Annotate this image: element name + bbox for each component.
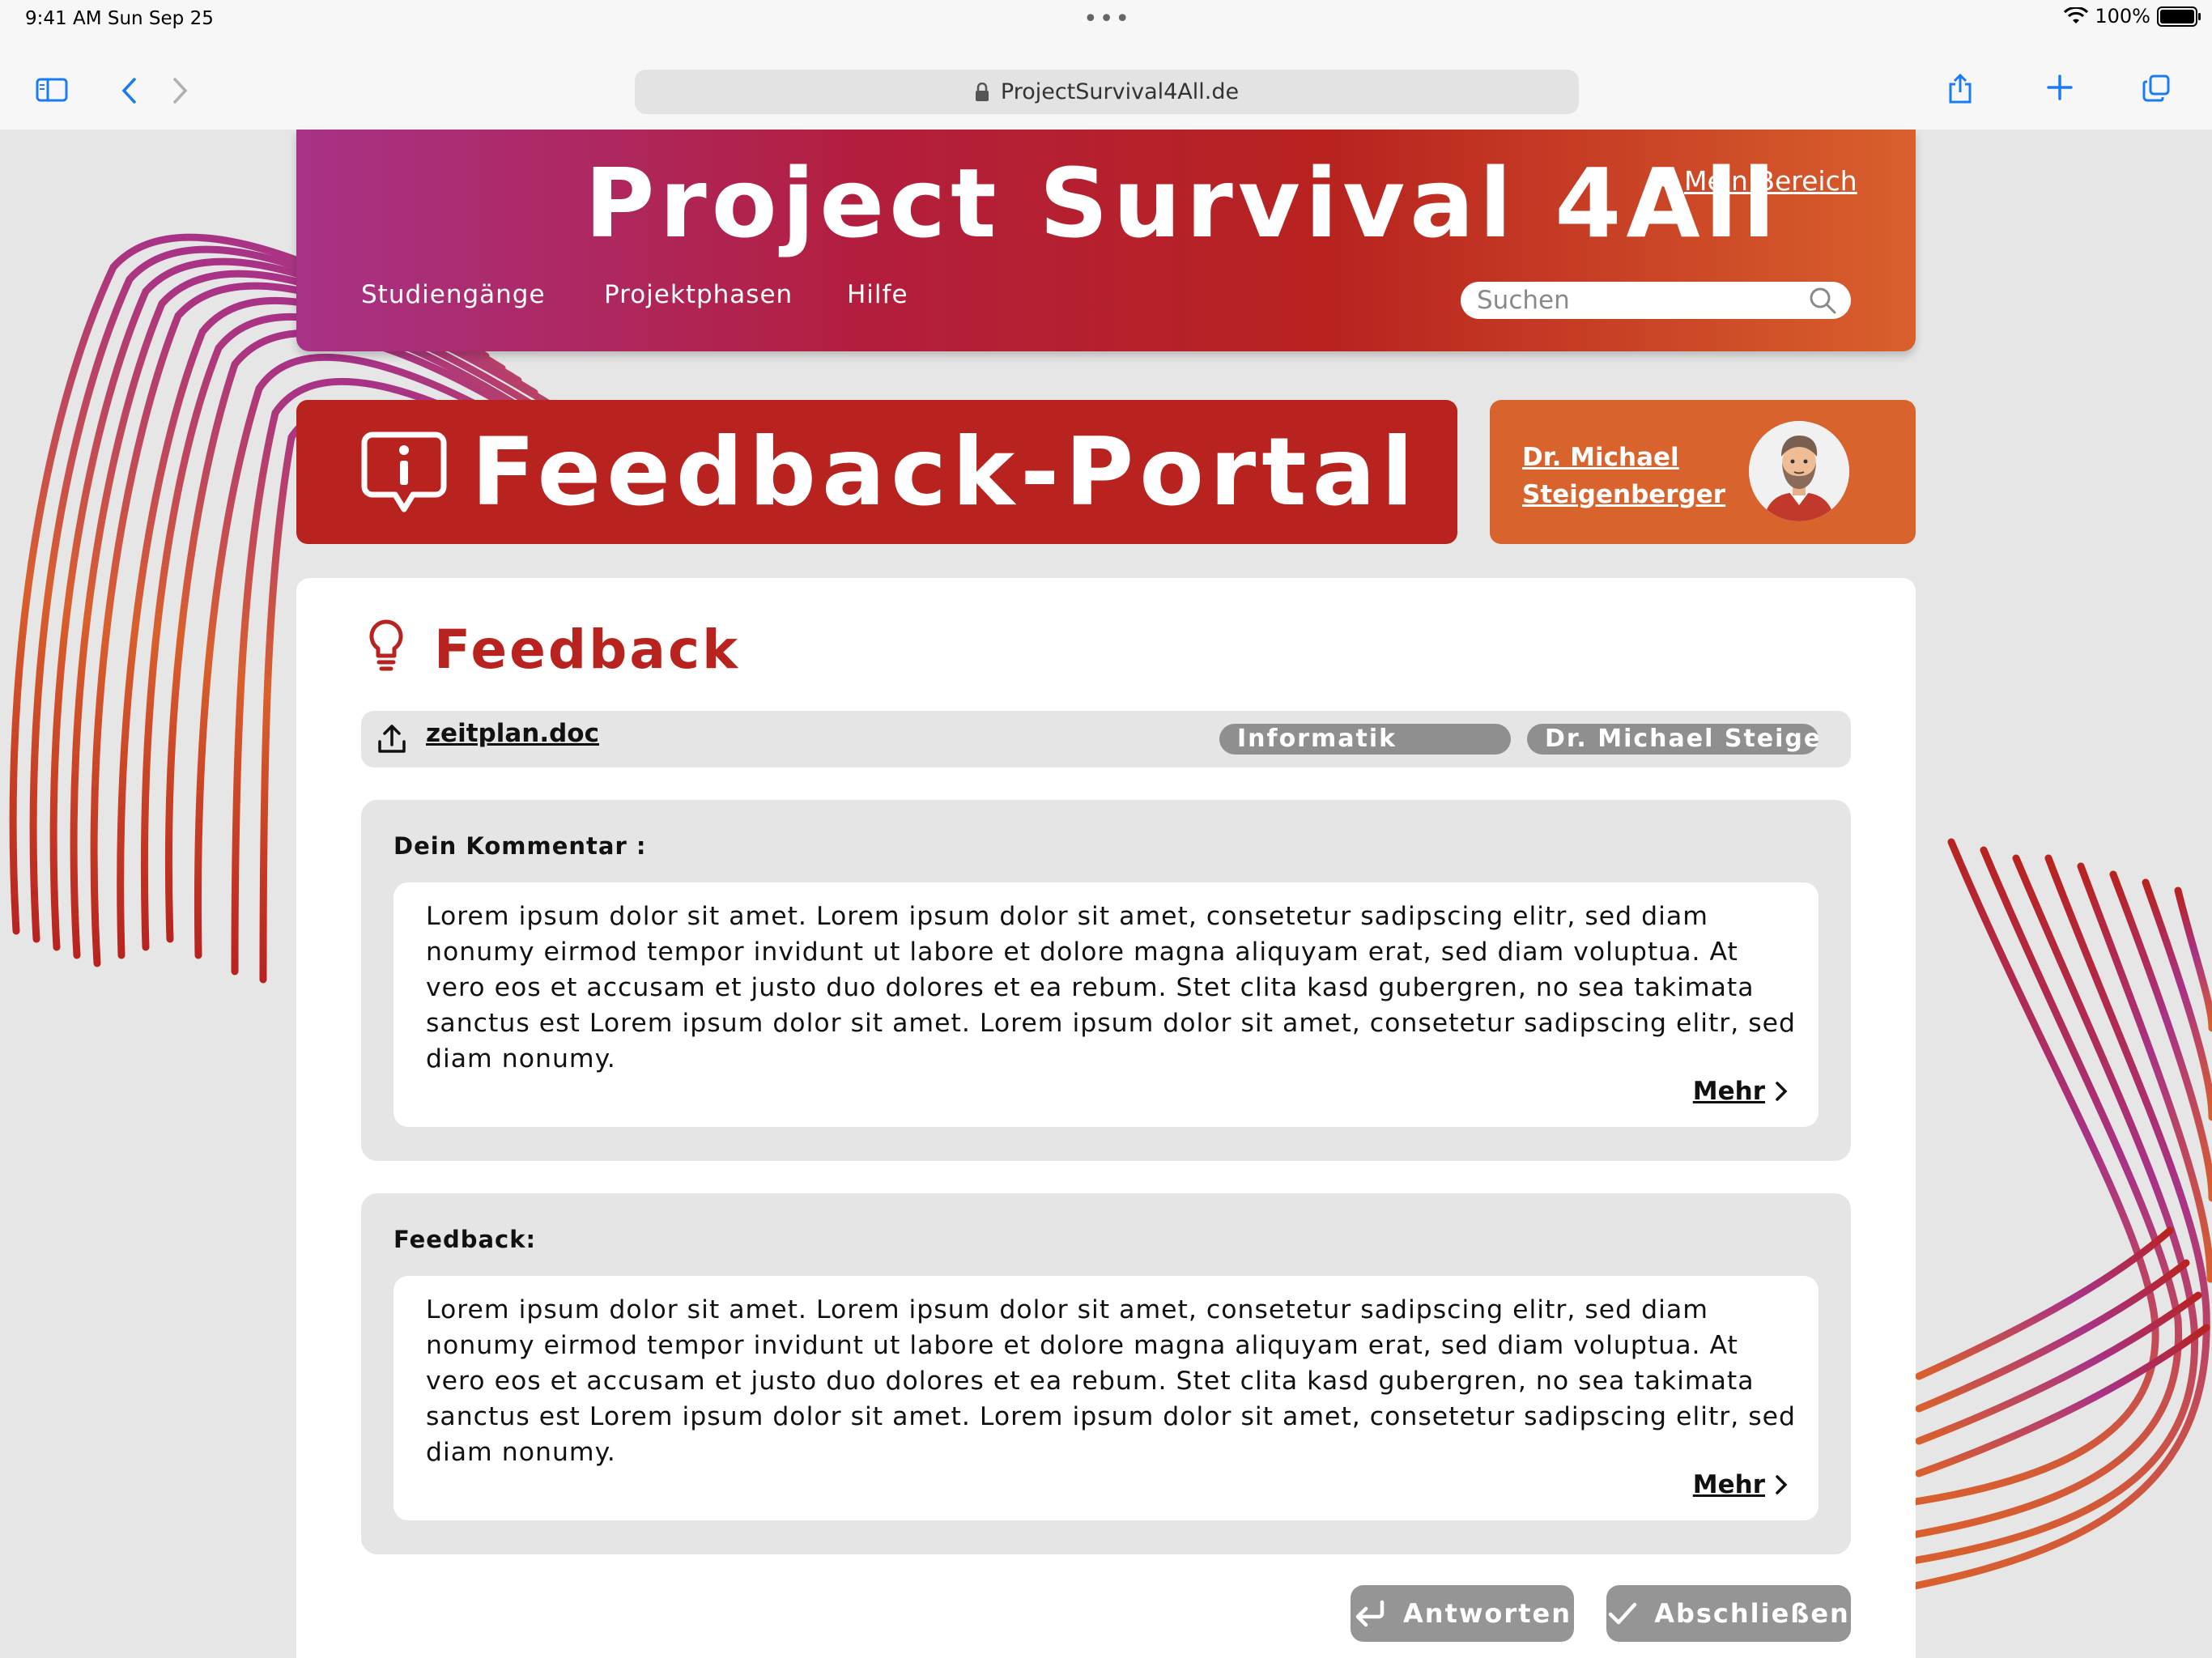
feedback-section: Feedback: Lorem ipsum dolor sit amet. Lo… [361,1193,1851,1554]
more-label: Mehr [1692,1470,1765,1499]
complete-label: Abschließen [1654,1598,1850,1629]
checkmark-icon [1608,1602,1637,1625]
status-time: 9:41 AM Sun Sep 25 [25,8,214,29]
comment-more-link[interactable]: Mehr [1693,1077,1788,1106]
user-icon [1648,167,1672,195]
tag-supervisor: Dr. Michael Steige... [1527,724,1819,755]
feedback-more-link[interactable]: Mehr [1693,1470,1788,1499]
reply-label: Antworten [1403,1598,1572,1629]
file-link[interactable]: zeitplan.doc [426,719,599,748]
search-box [1461,282,1851,319]
feedback-text-box: Lorem ipsum dolor sit amet. Lorem ipsum … [393,1276,1819,1520]
comment-text: Lorem ipsum dolor sit amet. Lorem ipsum … [426,902,1797,1073]
comment-section: Dein Kommentar : Lorem ipsum dolor sit a… [361,800,1851,1161]
comment-label: Dein Kommentar : [393,832,647,860]
site-header: Project Survival 4All Mein Bereich Studi… [296,130,1916,351]
tabs-overview-icon[interactable] [2142,74,2170,102]
feedback-label: Feedback: [393,1226,537,1253]
feedback-card: Feedback zeitplan.doc Informatik Dr. Mic… [296,578,1916,1658]
wifi-icon [2064,7,2089,23]
comment-text-box: Lorem ipsum dolor sit amet. Lorem ipsum … [393,882,1819,1127]
address-bar[interactable]: ProjectSurvival4All.de [635,70,1579,114]
tag-course: Informatik [1219,724,1511,755]
feedback-info-icon [361,432,447,512]
nav-item-studiengaenge[interactable]: Studiengänge [361,280,546,309]
card-title: Feedback [434,619,740,681]
file-info-bar: zeitplan.doc Informatik Dr. Michael Stei… [361,711,1851,767]
account-label: Mein Bereich [1684,165,1857,197]
nav-item-hilfe[interactable]: Hilfe [847,280,908,309]
lock-icon [975,82,989,101]
sidebar-toggle-icon[interactable] [36,78,68,102]
portal-banner: Feedback-Portal [296,400,1457,544]
chevron-right-icon [1776,1082,1788,1101]
profile-name[interactable]: Dr. Michael Steigenberger [1522,439,1733,513]
search-input[interactable] [1475,285,1809,316]
browser-chrome: 9:41 AM Sun Sep 25 ••• 100% ProjectSurvi… [0,0,2212,130]
forward-icon[interactable] [172,77,189,104]
status-indicators: 100% [2064,5,2201,28]
feedback-text: Lorem ipsum dolor sit amet. Lorem ipsum … [426,1295,1797,1467]
lightbulb-icon [369,619,403,671]
address-url: ProjectSurvival4All.de [1000,79,1240,104]
avatar [1749,421,1849,521]
back-icon[interactable] [120,77,138,104]
multitasking-dots-icon[interactable]: ••• [1083,5,1131,33]
search-icon[interactable] [1809,287,1836,314]
reply-arrow-icon [1355,1600,1385,1627]
reply-button[interactable]: Antworten [1351,1585,1574,1642]
complete-button[interactable]: Abschließen [1606,1585,1851,1642]
share-icon[interactable] [1948,73,1972,104]
new-tab-icon[interactable] [2047,74,2073,100]
more-label: Mehr [1692,1077,1765,1106]
chevron-right-icon [1776,1475,1788,1494]
nav-item-projektphasen[interactable]: Projektphasen [604,280,793,309]
portal-title: Feedback-Portal [471,417,1419,527]
site-title: Project Survival 4All [585,147,1780,259]
upload-icon[interactable] [377,724,406,755]
account-link[interactable]: Mein Bereich [1647,165,1857,197]
battery-percent: 100% [2095,5,2150,28]
battery-icon [2157,6,2201,27]
profile-card[interactable]: Dr. Michael Steigenberger [1490,400,1916,544]
